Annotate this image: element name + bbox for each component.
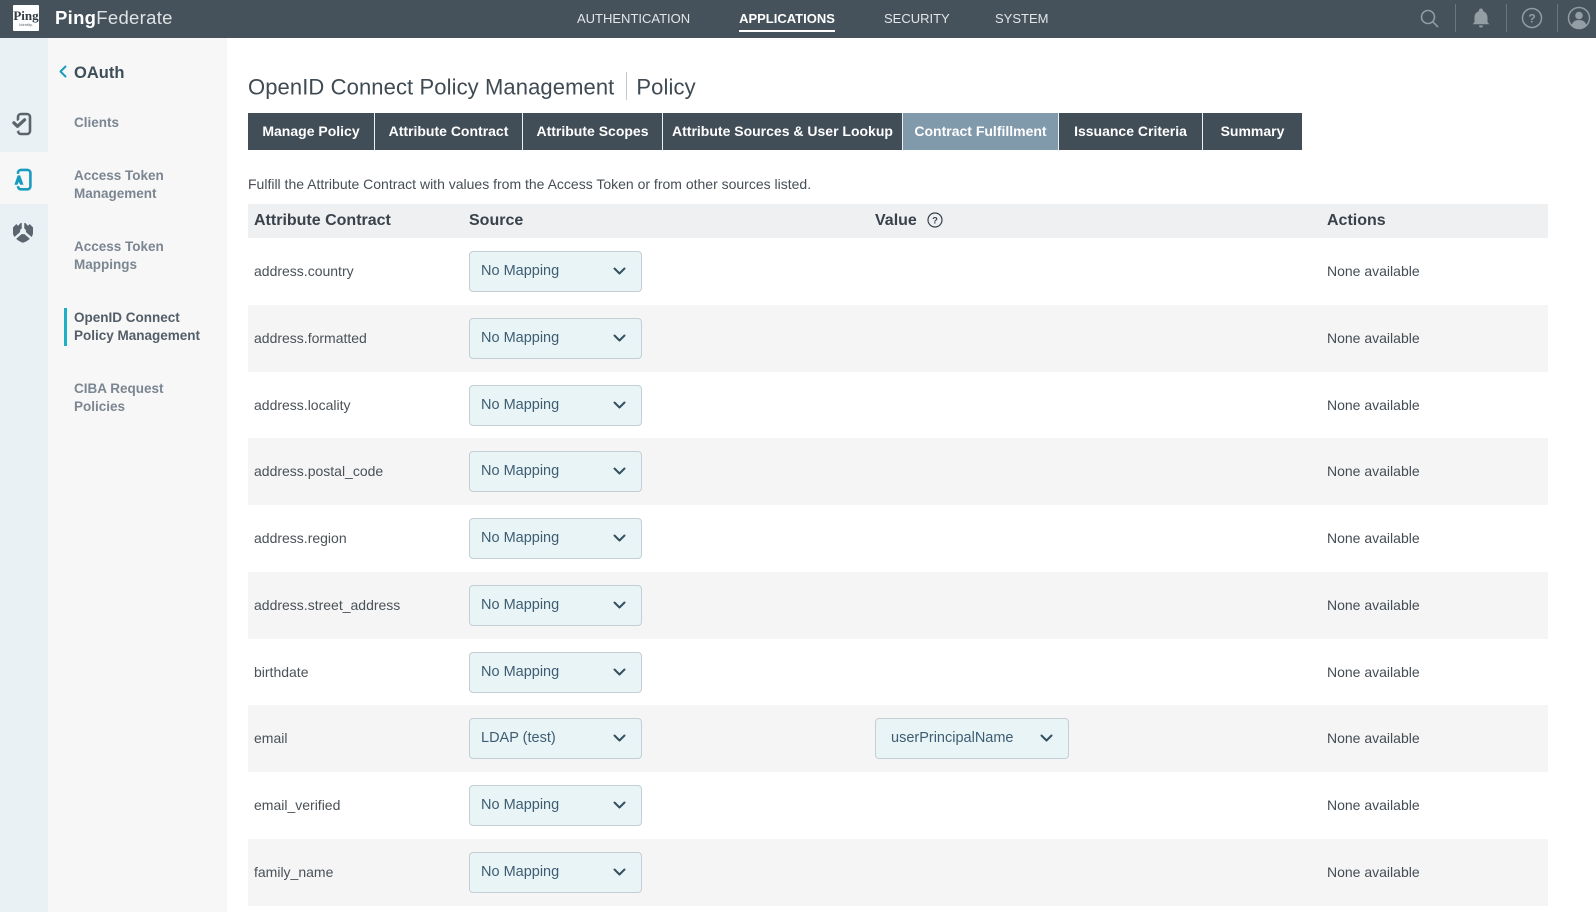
svg-text:?: ? — [932, 216, 938, 227]
svg-text:?: ? — [1528, 12, 1535, 26]
